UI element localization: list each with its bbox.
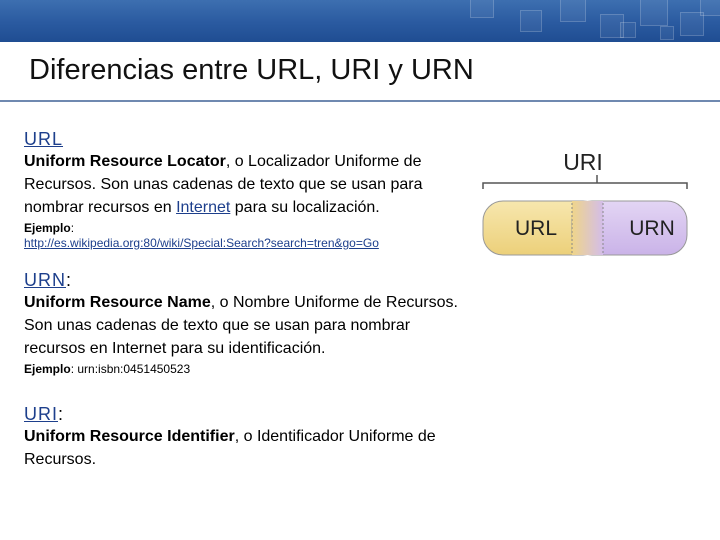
section-uri: URI: Uniform Resource Identifier, o Iden… xyxy=(24,403,474,471)
url-urn-overlap xyxy=(572,201,603,255)
urn-example: Ejemplo: urn:isbn:0451450523 xyxy=(24,362,474,377)
urn-heading-suffix: : xyxy=(66,270,72,290)
section-url: URL Uniform Resource Locator, o Localiza… xyxy=(24,128,474,251)
url-example-sep: : xyxy=(70,221,75,235)
section-uri-heading: URI: xyxy=(24,403,474,425)
url-example: Ejemplo: http://es.wikipedia.org:80/wiki… xyxy=(24,221,474,251)
uri-heading-suffix: : xyxy=(58,404,64,424)
section-urn: URN: Uniform Resource Name, o Nombre Uni… xyxy=(24,269,474,377)
content-area: URL Uniform Resource Locator, o Localiza… xyxy=(24,128,474,471)
uri-term: URI xyxy=(24,404,58,424)
url-description: Uniform Resource Locator, o Localizador … xyxy=(24,150,474,219)
section-urn-heading: URN: xyxy=(24,269,474,291)
internet-link[interactable]: Internet xyxy=(176,199,230,216)
url-desc-after-link: para su localización. xyxy=(230,199,380,216)
url-bold-term: Uniform Resource Locator xyxy=(24,153,226,170)
uri-description: Uniform Resource Identifier, o Identific… xyxy=(24,425,474,471)
title-bar: Diferencias entre URL, URI y URN xyxy=(0,42,720,102)
url-example-link[interactable]: http://es.wikipedia.org:80/wiki/Special:… xyxy=(24,236,379,250)
urn-example-value: : urn:isbn:0451450523 xyxy=(70,362,191,376)
urn-bold-term: Uniform Resource Name xyxy=(24,294,211,311)
diagram-urn-label: URN xyxy=(629,217,675,240)
section-url-heading: URL xyxy=(24,128,474,150)
url-term: URL xyxy=(24,129,64,149)
uri-bracket xyxy=(482,182,688,189)
urn-term: URN xyxy=(24,270,66,290)
header-banner xyxy=(0,0,720,42)
diagram-uri-label: URI xyxy=(563,149,603,175)
diagram-url-label: URL xyxy=(515,217,557,240)
urn-description: Uniform Resource Name, o Nombre Uniforme… xyxy=(24,291,474,360)
uri-diagram: URI URL URN xyxy=(482,149,688,256)
uri-bold-term: Uniform Resource Identifier xyxy=(24,428,235,445)
urn-example-label: Ejemplo xyxy=(24,362,71,376)
slide-title: Diferencias entre URL, URI y URN xyxy=(29,54,474,86)
url-example-label: Ejemplo xyxy=(24,221,71,235)
